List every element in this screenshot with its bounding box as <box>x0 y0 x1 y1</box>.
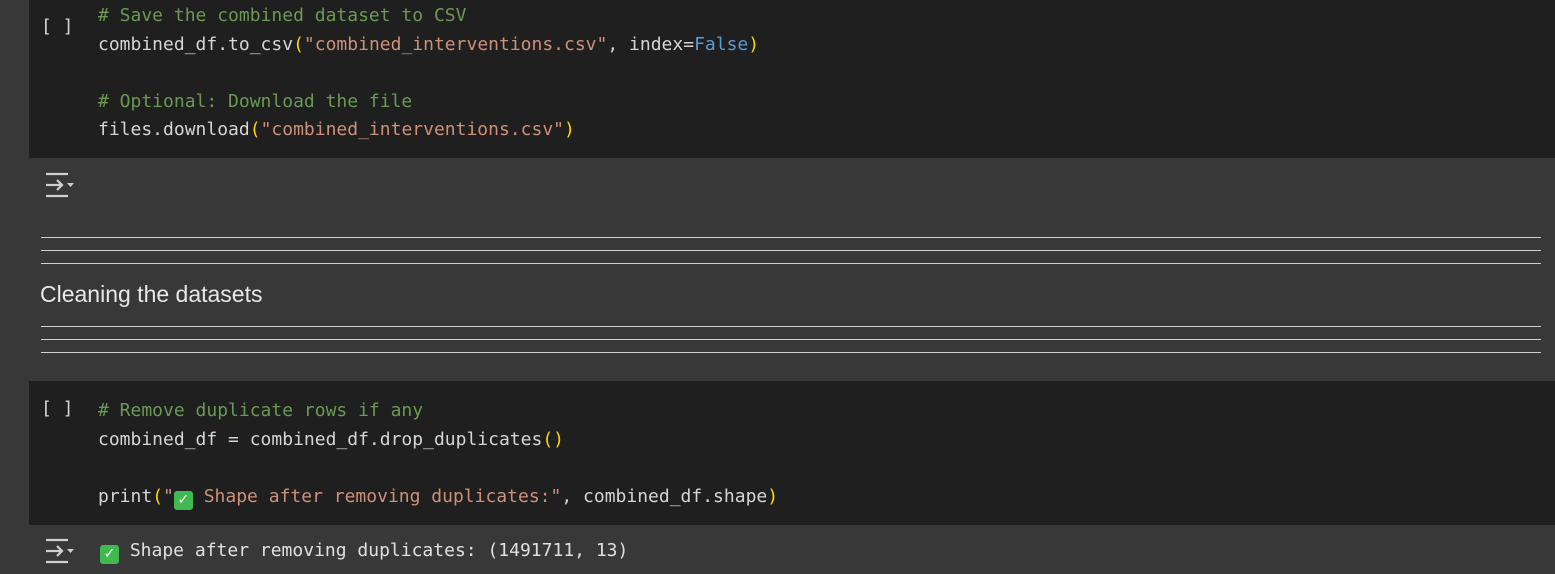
cell-output-text: ✓ Shape after removing duplicates: (1491… <box>100 538 628 564</box>
code-token: ( <box>293 33 304 55</box>
code-token: "combined_interventions.csv" <box>303 33 608 55</box>
code-line: combined_df = combined_df.drop_duplicate… <box>98 426 778 455</box>
code-token: False <box>694 33 749 55</box>
run-cell-button[interactable]: [ ] <box>41 398 75 419</box>
code-editor[interactable]: # Remove duplicate rows if any combined_d… <box>98 397 778 511</box>
left-gutter <box>0 0 29 574</box>
divider <box>41 352 1541 353</box>
divider <box>41 263 1541 264</box>
code-token: files.download <box>98 119 250 140</box>
code-line: # Save the combined dataset to CSV <box>98 2 759 31</box>
code-line: # Remove duplicate rows if any <box>98 397 778 426</box>
code-token: () <box>542 428 565 450</box>
code-token: ) <box>748 33 760 55</box>
check-mark-icon: ✓ <box>100 545 119 564</box>
divider <box>41 237 1541 238</box>
output-area-save-csv <box>29 158 1555 216</box>
code-cell-drop-duplicates[interactable]: [ ] # Remove duplicate rows if any combin… <box>29 381 1555 525</box>
code-token: ) <box>564 119 575 140</box>
section-heading: Cleaning the datasets <box>40 281 263 307</box>
code-token: " <box>163 485 174 507</box>
code-token: Shape after removing duplicates:" <box>192 485 562 507</box>
code-token: combined_df.to_csv <box>98 33 294 55</box>
code-token: ( <box>152 485 164 507</box>
code-line: files.download("combined_interventions.c… <box>98 116 759 145</box>
divider <box>41 250 1541 251</box>
code-line: print(" ✓ Shape after removing duplicates… <box>98 483 778 512</box>
code-token: combined_df = combined_df.drop_duplicate… <box>98 428 543 450</box>
output-collapse-icon[interactable] <box>43 171 75 199</box>
divider <box>41 326 1541 327</box>
code-token: print <box>98 485 153 507</box>
code-token: # Optional: Download the file <box>98 90 413 112</box>
output-message: Shape after removing duplicates: (149171… <box>119 540 629 561</box>
code-token: # Save the combined dataset to CSV <box>98 5 467 26</box>
code-token: ( <box>249 119 261 140</box>
code-token: , index= <box>607 33 695 55</box>
code-line: # Optional: Download the file <box>98 88 759 117</box>
run-cell-button[interactable]: [ ] <box>41 16 75 37</box>
code-line: combined_df.to_csv("combined_interventio… <box>98 31 759 60</box>
code-cell-save-csv[interactable]: [ ] # Save the combined dataset to CSV co… <box>29 0 1555 158</box>
code-editor[interactable]: # Save the combined dataset to CSV combin… <box>98 2 759 145</box>
check-mark-icon: ✓ <box>173 490 193 510</box>
code-token: , combined_df.shape <box>561 485 768 507</box>
code-token: "combined_interventions.csv" <box>260 119 564 140</box>
output-collapse-icon[interactable] <box>43 537 75 565</box>
code-token: # Remove duplicate rows if any <box>98 400 424 421</box>
divider <box>41 339 1541 340</box>
code-token: ) <box>767 485 779 507</box>
